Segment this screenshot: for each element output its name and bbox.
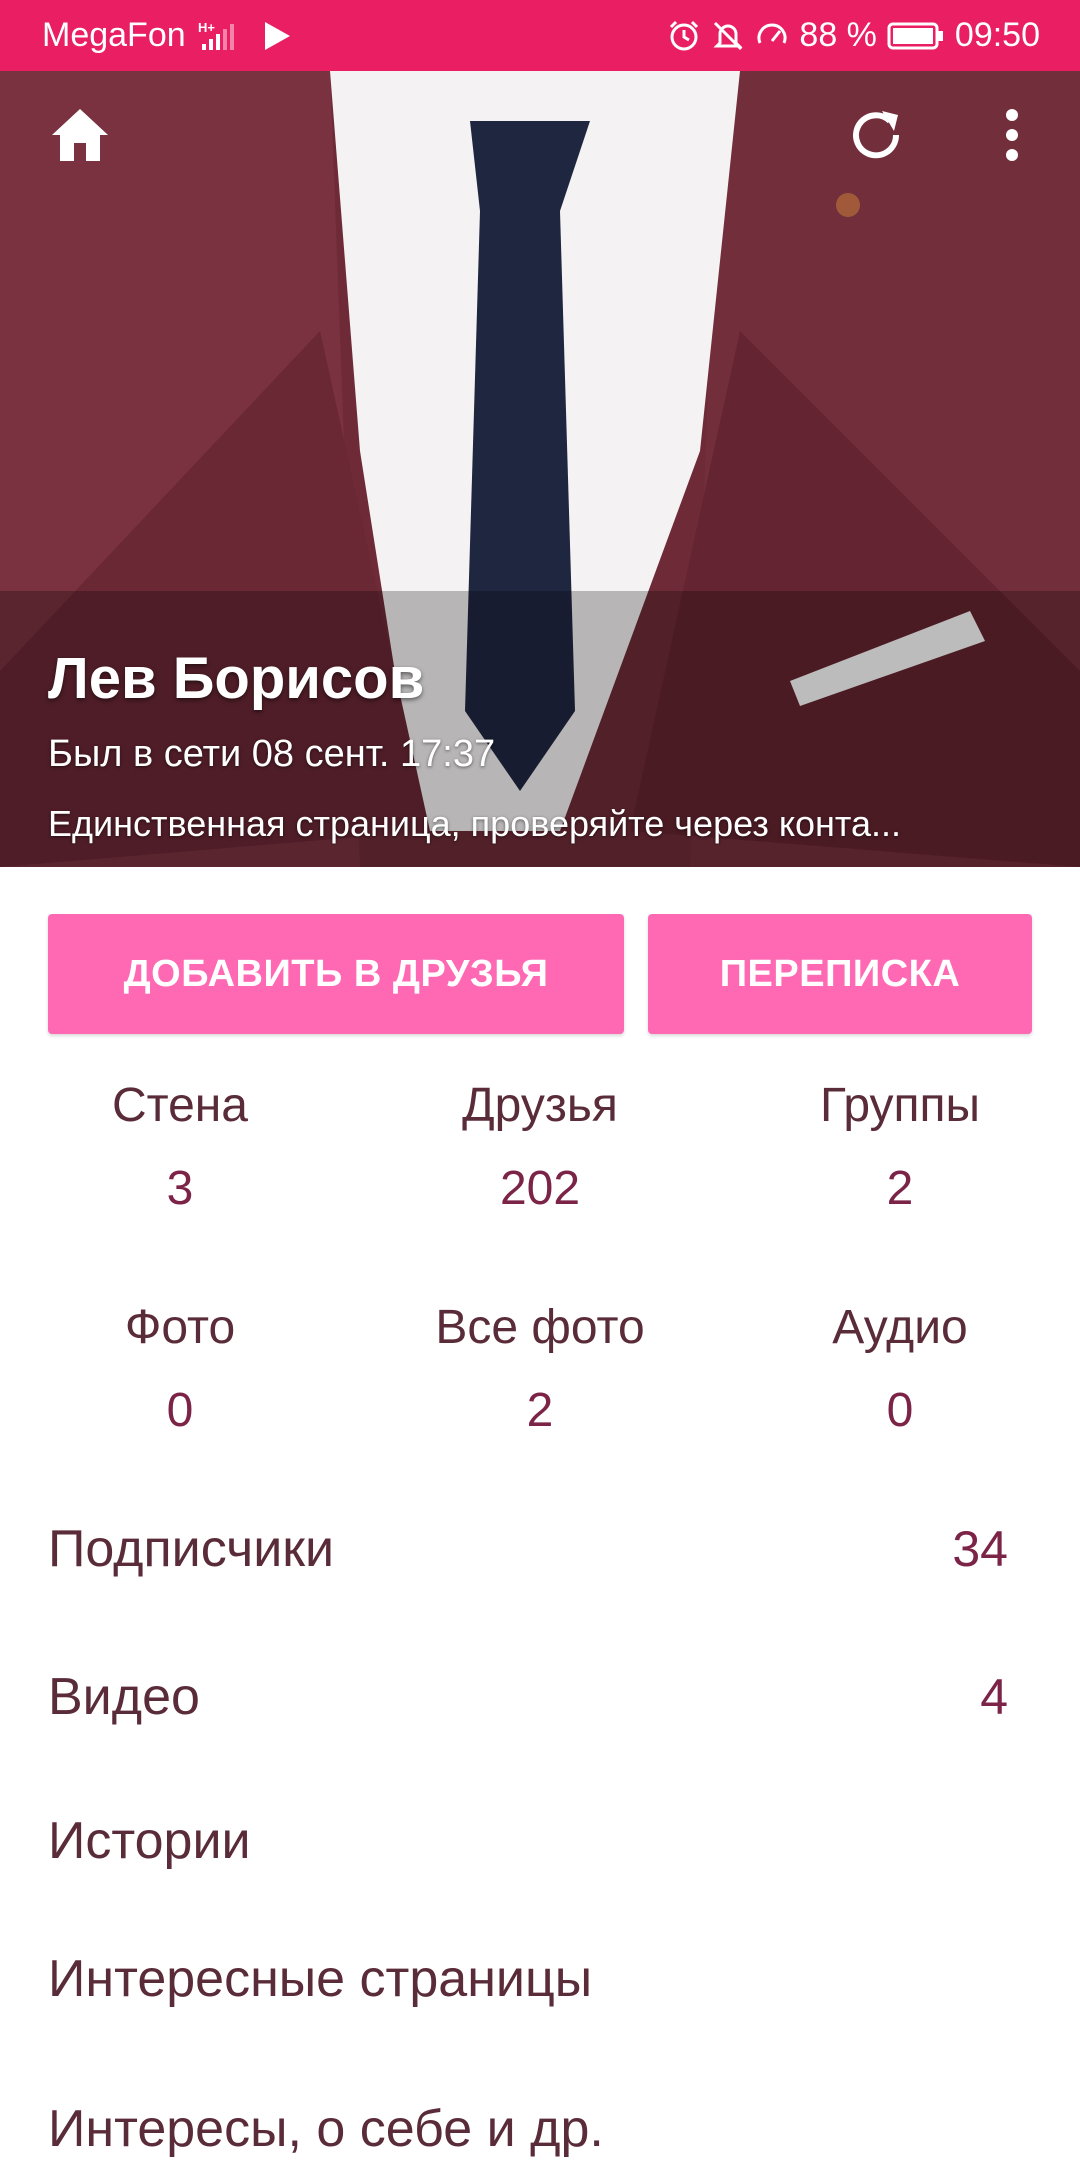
counter-label: Аудио — [832, 1301, 968, 1354]
home-button[interactable] — [40, 95, 120, 175]
alarm-icon — [667, 19, 701, 53]
status-left: MegaFon H+ — [42, 16, 292, 55]
row-value: 34 — [952, 1521, 1008, 1577]
status-bar: MegaFon H+ 88 % 09:50 — [0, 0, 1080, 71]
last-seen: Был в сети 08 сент. 17:37 — [48, 733, 496, 775]
counter-label: Друзья — [462, 1079, 618, 1132]
profile-status[interactable]: Единственная страница, проверяйте через … — [48, 803, 1048, 845]
signal-icon: H+ — [198, 18, 250, 54]
row-label: Видео — [48, 1668, 200, 1726]
counter-wall[interactable]: Стена 3 — [0, 1078, 360, 1216]
counter-friends[interactable]: Друзья 202 — [360, 1078, 720, 1216]
row-stories[interactable]: Истории — [48, 1796, 1008, 1886]
svg-text:H+: H+ — [198, 20, 215, 35]
row-label: Интересы, о себе и др. — [48, 2100, 604, 2158]
counter-photos[interactable]: Фото 0 — [0, 1300, 360, 1438]
more-options-button[interactable] — [972, 95, 1052, 175]
messages-button[interactable]: ПЕРЕПИСКА — [648, 914, 1032, 1034]
counter-all-photos[interactable]: Все фото 2 — [360, 1300, 720, 1438]
row-interesting-pages[interactable]: Интересные страницы — [48, 1934, 1008, 2024]
row-followers[interactable]: Подписчики 34 — [48, 1504, 1008, 1594]
counter-value: 2 — [526, 1384, 554, 1437]
counter-label: Стена — [111, 1079, 248, 1132]
carrier-name: MegaFon — [42, 16, 186, 54]
more-vert-icon — [1006, 109, 1018, 161]
counter-groups[interactable]: Группы 2 — [720, 1078, 1080, 1216]
status-right: 88 % 09:50 — [667, 16, 1040, 55]
counter-label: Фото — [124, 1301, 236, 1354]
row-value: 4 — [980, 1669, 1008, 1725]
counter-label: Все фото — [435, 1301, 645, 1354]
counter-value: 0 — [886, 1384, 914, 1437]
profile-header: Лев Борисов Был в сети 08 сент. 17:37 Ед… — [0, 71, 1080, 867]
row-label: Истории — [48, 1812, 251, 1870]
play-icon — [262, 20, 292, 52]
counter-label: Группы — [820, 1079, 980, 1132]
counter-value: 3 — [166, 1162, 194, 1215]
counter-value: 202 — [499, 1162, 581, 1215]
row-videos[interactable]: Видео 4 — [48, 1652, 1008, 1742]
row-label: Подписчики — [48, 1520, 335, 1578]
counter-value: 0 — [166, 1384, 194, 1437]
add-friend-button[interactable]: ДОБАВИТЬ В ДРУЗЬЯ — [48, 914, 624, 1034]
row-label: Интересные страницы — [48, 1950, 593, 2008]
refresh-button[interactable] — [836, 95, 916, 175]
data-saver-icon — [755, 19, 789, 53]
profile-name: Лев Борисов — [48, 646, 425, 711]
mute-icon — [711, 19, 745, 53]
refresh-icon — [853, 111, 900, 159]
row-interests-about[interactable]: Интересы, о себе и др. — [48, 2084, 1008, 2174]
counter-audio[interactable]: Аудио 0 — [720, 1300, 1080, 1438]
counter-value: 2 — [886, 1162, 914, 1215]
clock: 09:50 — [954, 16, 1040, 54]
battery-icon — [887, 21, 945, 51]
home-icon — [52, 109, 108, 161]
battery-percent: 88 % — [799, 16, 877, 54]
